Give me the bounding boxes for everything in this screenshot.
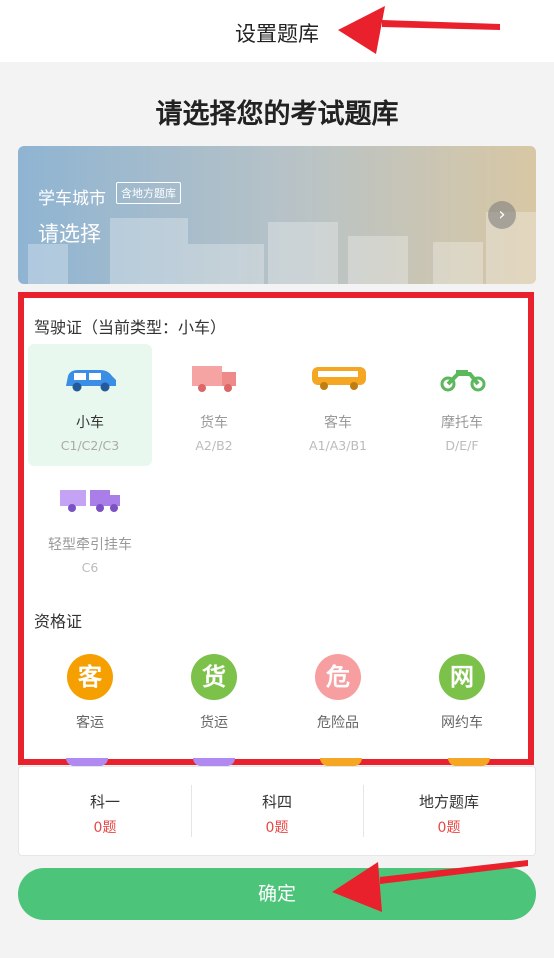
option-name: 摩托车 [441,415,483,431]
building-decoration [28,244,68,284]
city-banner[interactable]: 学车城市 含地方题库 请选择 › [18,146,536,284]
option-bus[interactable]: 客车 A1/A3/B1 [276,344,400,466]
question-count-bar: 科一 0题 科四 0题 地方题库 0题 [18,766,536,856]
choose-city-text: 请选择 [38,222,101,246]
option-dangerous-goods[interactable]: 危 危险品 [276,654,400,744]
tab-peek-decoration [66,758,108,766]
option-ride-hailing[interactable]: 网 网约车 [400,654,524,744]
option-car[interactable]: 小车 C1/C2/C3 [28,344,152,466]
bus-icon [312,367,366,390]
passenger-icon: 客 [67,654,113,700]
option-name: 客车 [324,415,352,431]
option-code: A2/B2 [195,438,233,453]
header-title: 设置题库 [235,22,319,46]
truck-icon [192,366,236,392]
option-freight-transport[interactable]: 货 货运 [152,654,276,744]
option-code: A1/A3/B1 [309,438,367,453]
confirm-button[interactable]: 确定 [18,868,536,920]
car-icon [66,370,116,392]
option-code: D/E/F [445,438,479,453]
license-selection-panel: 驾驶证（当前类型：小车） 小车 C1/C2/C3 货车 A2/B2 客车 A1/… [18,292,534,765]
tab-peek-decoration [193,758,235,766]
tab-peek-decoration [448,758,490,766]
trailer-icon [60,490,120,512]
count-subject-four[interactable]: 科四 0题 [191,767,363,855]
count-local-bank[interactable]: 地方题库 0题 [363,767,535,855]
building-decoration [268,222,338,284]
count-value: 0题 [93,820,117,836]
cert-label: 货运 [200,715,228,731]
motorcycle-icon [440,370,486,392]
count-subject-one[interactable]: 科一 0题 [19,767,191,855]
option-name: 轻型牵引挂车 [48,537,132,553]
building-decoration [110,218,188,284]
count-label: 科一 [89,793,120,811]
count-value: 0题 [265,820,289,836]
chevron-right-icon[interactable]: › [488,201,516,229]
count-value: 0题 [437,820,461,836]
option-motorcycle[interactable]: 摩托车 D/E/F [400,344,524,466]
cert-label: 客运 [76,715,104,731]
option-truck[interactable]: 货车 A2/B2 [152,344,276,466]
driving-license-title: 驾驶证（当前类型：小车） [34,318,227,337]
tab-peek-decoration [320,758,362,766]
city-label: 学车城市 [38,189,106,209]
building-decoration [433,242,483,284]
local-bank-tag: 含地方题库 [116,182,181,204]
option-trailer[interactable]: 轻型牵引挂车 C6 [28,466,152,588]
cert-label: 网约车 [441,715,483,731]
option-passenger-transport[interactable]: 客 客运 [28,654,152,744]
option-name: 小车 [76,415,104,431]
option-code: C6 [81,560,99,575]
cert-label: 危险品 [317,715,359,731]
qualification-title: 资格证 [34,612,83,631]
option-code: C1/C2/C3 [60,438,120,453]
count-label: 地方题库 [418,793,479,811]
freight-icon: 货 [191,654,237,700]
building-decoration [348,236,408,284]
option-name: 货车 [200,415,228,431]
top-bar: 设置题库 [0,0,554,62]
count-label: 科四 [261,793,292,811]
danger-icon: 危 [315,654,361,700]
network-icon: 网 [439,654,485,700]
page-title: 请选择您的考试题库 [155,99,399,130]
building-decoration [188,244,264,284]
